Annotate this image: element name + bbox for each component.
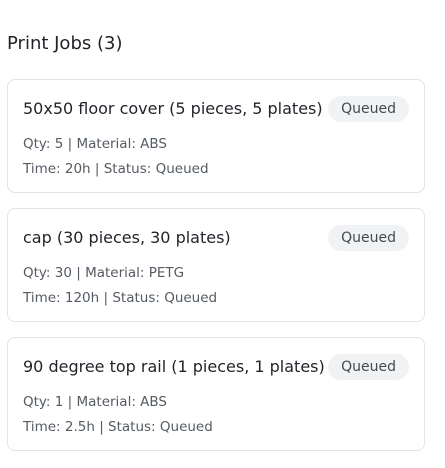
job-quantity-material: Qty: 1 | Material: ABS [23,394,167,410]
job-list: 50x50 floor cover (5 pieces, 5 plates) Q… [7,79,425,466]
job-title: 50x50 floor cover (5 pieces, 5 plates) [23,99,323,118]
status-badge: Queued [328,354,409,380]
job-card[interactable]: 50x50 floor cover (5 pieces, 5 plates) Q… [7,79,425,193]
job-quantity-material: Qty: 5 | Material: ABS [23,136,167,152]
print-jobs-header: Print Jobs (3) [7,33,123,54]
job-time-status: Time: 120h | Status: Queued [23,290,218,306]
job-title: 90 degree top rail (1 pieces, 1 plates) [23,357,325,376]
job-quantity-material: Qty: 30 | Material: PETG [23,265,185,281]
job-time-status: Time: 20h | Status: Queued [23,161,209,177]
job-time-status: Time: 2.5h | Status: Queued [23,419,213,435]
job-card[interactable]: cap (30 pieces, 30 plates) Queued Qty: 3… [7,208,425,322]
status-badge: Queued [328,96,409,122]
status-badge: Queued [328,225,409,251]
job-card[interactable]: 90 degree top rail (1 pieces, 1 plates) … [7,337,425,451]
job-title: cap (30 pieces, 30 plates) [23,228,231,247]
